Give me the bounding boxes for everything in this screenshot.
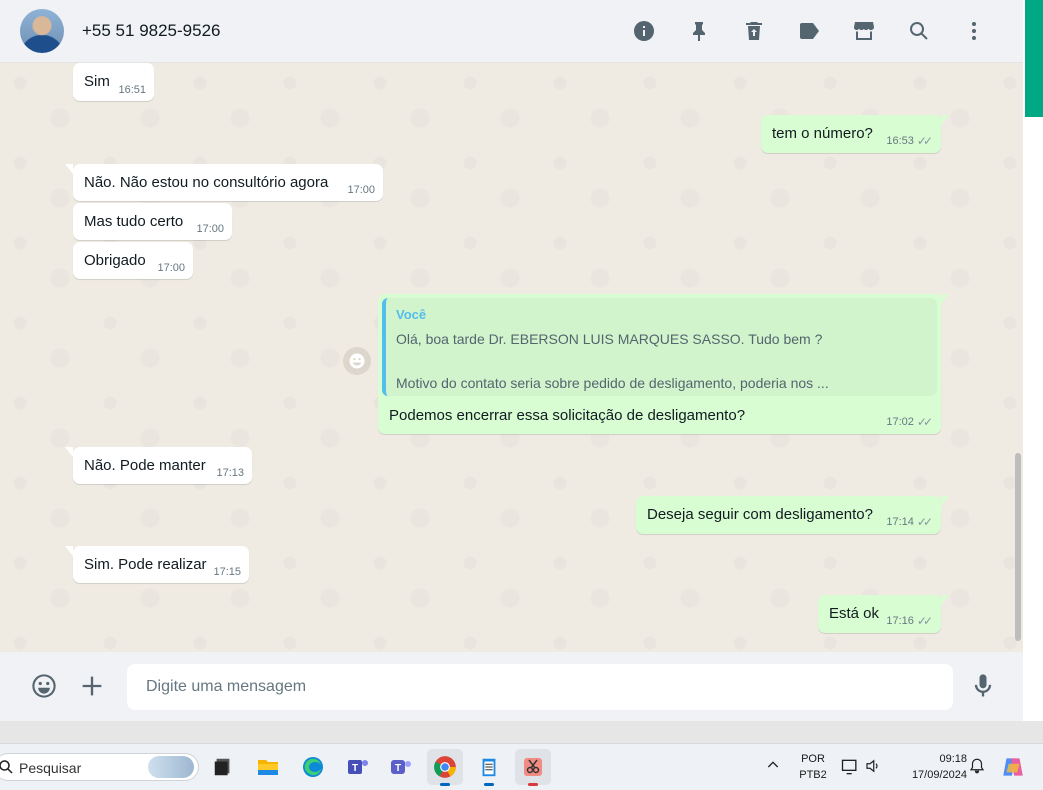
teams-icon[interactable]: T <box>383 749 419 785</box>
active-indicator <box>440 783 450 786</box>
read-receipt-icon: ✓✓ <box>916 515 933 529</box>
snipping-tool-icon[interactable] <box>515 749 551 786</box>
search-highlight-image <box>148 756 194 778</box>
clock[interactable]: 09:18 17/09/2024 <box>893 751 967 783</box>
edge-browser-icon[interactable] <box>295 749 331 785</box>
message-time-group: 17:02 ✓✓ <box>886 415 933 429</box>
message-time-group: 17:14 ✓✓ <box>886 515 933 529</box>
copilot-icon[interactable] <box>1000 754 1026 785</box>
menu-icon[interactable] <box>946 11 1001 51</box>
emoji-icon[interactable] <box>27 669 61 703</box>
window-gap <box>0 721 1043 743</box>
search-icon[interactable] <box>891 11 946 51</box>
clock-time: 09:18 <box>939 753 967 765</box>
plus-icon[interactable] <box>75 669 109 703</box>
contact-name[interactable]: +55 51 9825-9526 <box>82 21 221 41</box>
message-time: 17:14 <box>886 516 914 528</box>
taskbar-search[interactable]: Pesquisar <box>0 753 199 781</box>
message-text: Não. Não estou no consultório agora <box>84 174 329 191</box>
message-incoming[interactable]: Não. Não estou no consultório agora 17:0… <box>65 164 383 201</box>
input-language[interactable]: POR PTB2 <box>797 751 829 783</box>
message-text: Mas tudo certo <box>84 213 184 230</box>
notification-bell-icon[interactable] <box>968 757 986 780</box>
svg-text:T: T <box>395 763 401 774</box>
delete-icon[interactable] <box>726 11 781 51</box>
message-incoming[interactable]: Sim 16:51 <box>73 63 154 101</box>
message-outgoing[interactable]: Está ok 17:16 ✓✓ <box>818 595 949 633</box>
search-placeholder: Pesquisar <box>19 760 82 776</box>
volume-icon[interactable] <box>864 757 882 780</box>
chat-messages-area[interactable]: Sim 16:51 tem o número? 16:53 ✓✓ Não. Não… <box>0 63 1023 652</box>
message-time: 17:13 <box>216 467 244 479</box>
read-receipt-icon: ✓✓ <box>916 614 933 628</box>
react-emoji-icon[interactable] <box>343 347 371 375</box>
message-time: 17:00 <box>196 223 224 235</box>
file-explorer-icon[interactable] <box>250 749 286 785</box>
message-time: 17:00 <box>347 184 375 196</box>
message-outgoing-reply[interactable]: Você Olá, boa tarde Dr. EBERSON LUIS MAR… <box>378 294 949 434</box>
message-incoming[interactable]: Obrigado 17:00 <box>73 242 193 279</box>
chrome-icon[interactable] <box>427 749 463 786</box>
header-actions <box>616 0 1001 62</box>
message-text: Sim <box>84 73 110 90</box>
keyboard-layout: PTB2 <box>799 769 827 781</box>
message-text: Está ok <box>829 605 880 622</box>
side-panel-edge <box>1023 0 1043 117</box>
message-text: tem o número? <box>772 125 873 142</box>
message-text: Podemos encerrar essa solicitação de des… <box>389 407 746 424</box>
quote-text-line: Motivo do contato seria sobre pedido de … <box>396 375 829 391</box>
label-icon[interactable] <box>781 11 836 51</box>
clock-date: 17/09/2024 <box>911 769 967 781</box>
message-text: Sim. Pode realizar <box>84 556 207 573</box>
chat-header: +55 51 9825-9526 <box>0 0 1023 63</box>
active-indicator <box>484 783 494 786</box>
desktop-app-icon[interactable] <box>205 749 241 785</box>
message-time: 17:00 <box>157 262 185 274</box>
message-time: 16:51 <box>118 84 146 96</box>
message-time: 16:53 <box>886 135 914 147</box>
message-outgoing[interactable]: Deseja seguir com desligamento? 17:14 ✓✓ <box>636 496 949 534</box>
accent-bar <box>1025 0 1043 117</box>
notepad-icon[interactable] <box>471 749 507 786</box>
chat-scrollbar[interactable] <box>1015 453 1021 641</box>
message-time-group: 17:16 ✓✓ <box>886 614 933 628</box>
active-indicator <box>528 783 538 786</box>
message-input[interactable] <box>127 664 953 710</box>
windows-taskbar: Pesquisar T T POR PTB2 09:18 17/09/2024 <box>0 743 1043 790</box>
message-text: Obrigado <box>84 252 146 269</box>
message-text: Não. Pode manter <box>84 457 206 474</box>
message-outgoing[interactable]: tem o número? 16:53 ✓✓ <box>761 115 949 153</box>
network-icon[interactable] <box>840 757 860 782</box>
message-time-group: 16:53 ✓✓ <box>886 134 933 148</box>
message-incoming[interactable]: Não. Pode manter 17:13 <box>65 447 252 484</box>
svg-text:T: T <box>352 763 358 774</box>
language-code: POR <box>801 753 825 765</box>
message-time: 17:16 <box>886 615 914 627</box>
quoted-message[interactable]: Você Olá, boa tarde Dr. EBERSON LUIS MAR… <box>382 298 937 396</box>
message-incoming[interactable]: Mas tudo certo 17:00 <box>73 203 232 240</box>
teams-classic-icon[interactable]: T <box>340 749 376 785</box>
read-receipt-icon: ✓✓ <box>916 415 933 429</box>
pin-icon[interactable] <box>671 11 726 51</box>
chevron-up-icon[interactable] <box>765 757 781 778</box>
info-icon[interactable] <box>616 11 671 51</box>
message-time: 17:15 <box>213 566 241 578</box>
message-composer <box>0 652 1023 721</box>
contact-avatar[interactable] <box>20 9 64 53</box>
mic-icon[interactable] <box>966 669 1000 703</box>
quote-author: Você <box>396 307 427 322</box>
side-panel-background <box>1023 117 1043 721</box>
search-icon <box>0 760 13 774</box>
shop-icon[interactable] <box>836 11 891 51</box>
message-text: Deseja seguir com desligamento? <box>647 506 873 523</box>
message-incoming[interactable]: Sim. Pode realizar 17:15 <box>65 546 249 583</box>
read-receipt-icon: ✓✓ <box>916 134 933 148</box>
quote-text-line: Olá, boa tarde Dr. EBERSON LUIS MARQUES … <box>396 331 823 347</box>
message-time: 17:02 <box>886 416 914 428</box>
